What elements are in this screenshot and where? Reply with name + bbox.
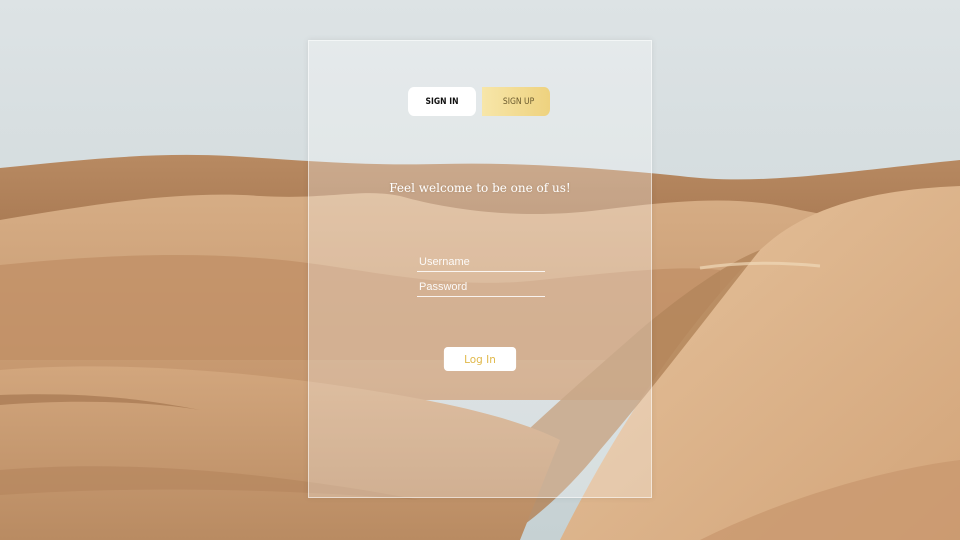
tab-sign-up[interactable]: SIGN UP (482, 87, 550, 116)
login-card: SIGN UP SIGN IN Feel welcome to be one o… (308, 40, 652, 498)
tab-sign-in[interactable]: SIGN IN (408, 87, 476, 116)
login-button[interactable]: Log In (443, 347, 517, 371)
password-input[interactable] (417, 278, 545, 297)
auth-tabs: SIGN UP SIGN IN (402, 87, 556, 116)
welcome-message: Feel welcome to be one of us! (389, 181, 571, 195)
username-input[interactable] (417, 253, 545, 272)
